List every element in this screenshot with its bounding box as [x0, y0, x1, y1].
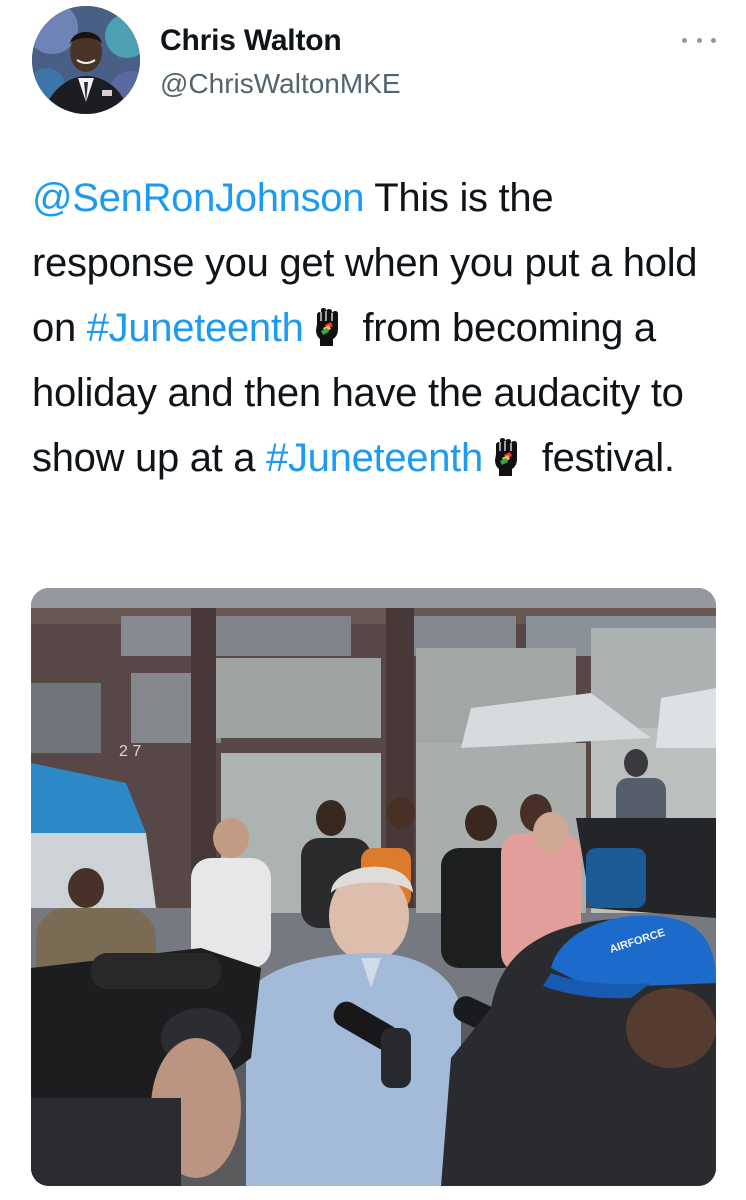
raised-fist-emoji-icon	[489, 432, 523, 476]
more-dot	[696, 37, 702, 43]
more-dot	[711, 37, 716, 43]
more-dot	[682, 37, 687, 43]
video-frame-image: 2 7 AIRFORCE	[31, 588, 716, 1186]
profile-photo-icon	[32, 6, 140, 114]
more-options-icon[interactable]	[682, 30, 716, 50]
author-handle[interactable]: @ChrisWaltonMKE	[160, 68, 401, 100]
hashtag-link[interactable]: #Juneteenth	[266, 436, 483, 480]
author-display-name[interactable]: Chris Walton	[160, 24, 342, 58]
avatar[interactable]	[32, 6, 140, 114]
tweet-card: Chris Walton @ChrisWaltonMKE @SenRonJohn…	[0, 0, 746, 1200]
hashtag-link[interactable]: #Juneteenth	[87, 306, 304, 350]
tweet-media-video[interactable]: 2 7 AIRFORCE	[31, 588, 716, 1186]
tweet-text: @SenRonJohnson This is the response you …	[32, 166, 722, 491]
tweet-text-part: festival.	[530, 436, 675, 480]
raised-fist-emoji-icon	[310, 302, 344, 346]
mention-link[interactable]: @SenRonJohnson	[32, 176, 364, 220]
